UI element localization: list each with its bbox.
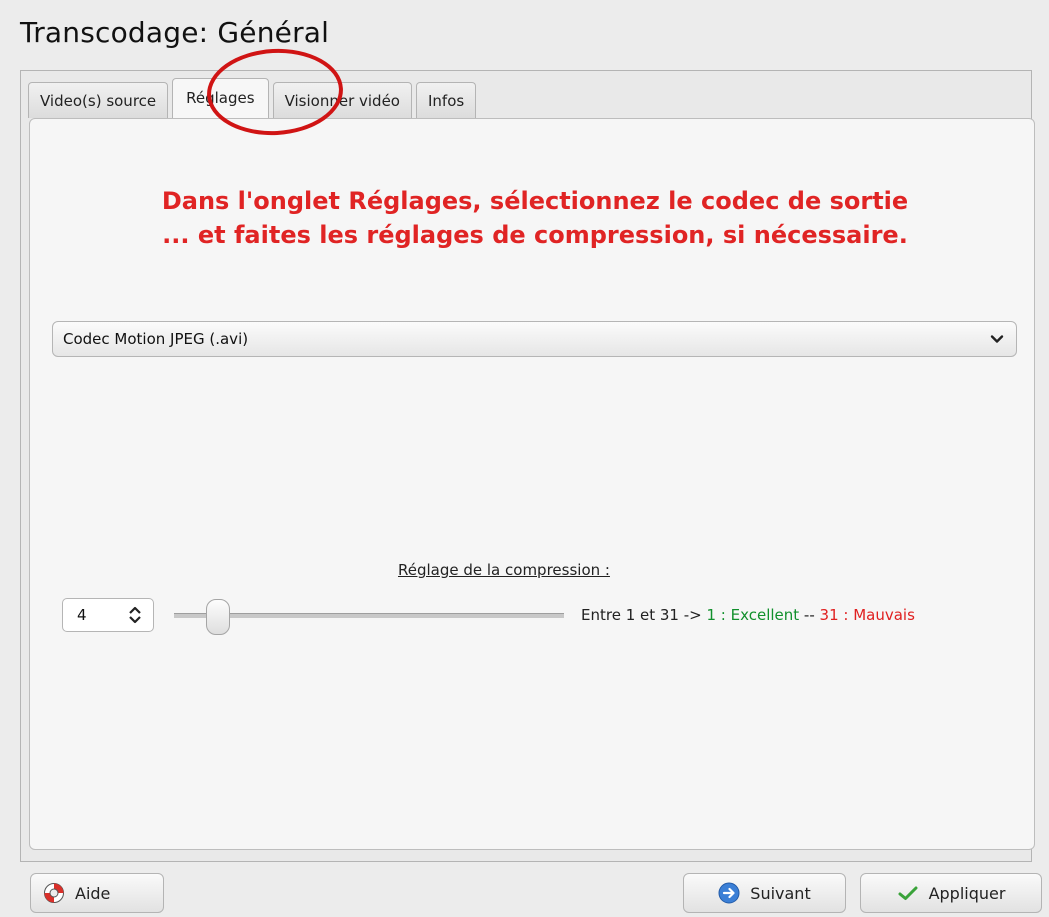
range-best: 1 : Excellent: [706, 606, 800, 624]
instruction-line-1: Dans l'onglet Réglages, sélectionnez le …: [161, 187, 909, 215]
checkmark-icon: [898, 886, 918, 900]
instruction-line-2: ... et faites les réglages de compressio…: [162, 221, 908, 249]
compression-spin-value: 4: [77, 606, 87, 624]
tab-reglages[interactable]: Réglages: [172, 78, 269, 118]
apply-button-label: Appliquer: [928, 883, 1006, 903]
spin-arrows-icon[interactable]: [127, 605, 143, 625]
codec-select-value: Codec Motion JPEG (.avi): [63, 330, 249, 348]
range-worst: 31 : Mauvais: [819, 606, 915, 624]
apply-button[interactable]: Appliquer: [860, 873, 1042, 913]
instruction-text: Dans l'onglet Réglages, sélectionnez le …: [50, 184, 1020, 252]
help-button-label: Aide: [75, 883, 111, 903]
window-title: Transcodage: Général: [20, 16, 330, 49]
compression-range-text: Entre 1 et 31 -> 1 : Excellent -- 31 : M…: [581, 606, 915, 624]
arrow-right-circle-icon: [718, 882, 740, 904]
tab-infos[interactable]: Infos: [416, 82, 477, 118]
compression-spinbox[interactable]: 4: [62, 598, 154, 632]
compression-slider-handle[interactable]: [206, 599, 230, 635]
tab-video-source[interactable]: Video(s) source: [28, 82, 169, 118]
lifebuoy-icon: [44, 883, 64, 903]
compression-slider-track[interactable]: [174, 613, 564, 618]
compression-label: Réglage de la compression :: [398, 561, 610, 579]
codec-select[interactable]: Codec Motion JPEG (.avi): [52, 321, 1017, 357]
tab-bar: Video(s) source Réglages Visionner vidéo…: [28, 78, 480, 118]
next-button[interactable]: Suivant: [683, 873, 846, 913]
next-button-label: Suivant: [750, 883, 811, 903]
range-sep: --: [799, 606, 820, 624]
range-prefix: Entre 1 et 31 ->: [581, 606, 707, 624]
chevron-down-icon: [990, 335, 1004, 343]
help-button[interactable]: Aide: [30, 873, 164, 913]
tab-visionner-video[interactable]: Visionner vidéo: [272, 82, 412, 118]
